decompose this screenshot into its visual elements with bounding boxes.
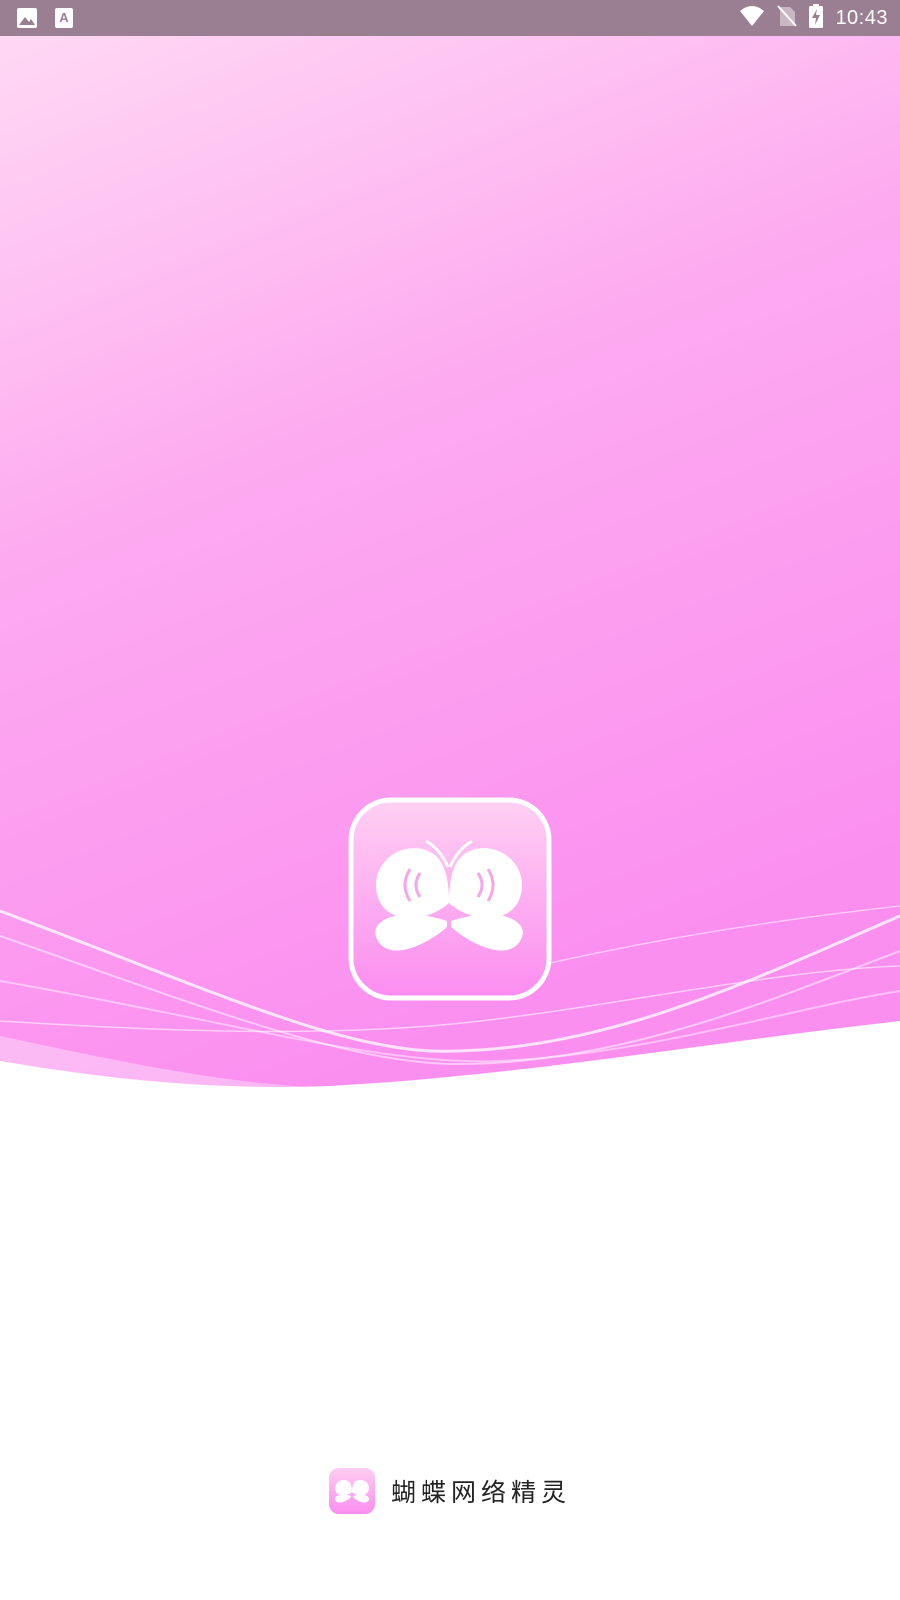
battery-charging-icon <box>809 4 824 32</box>
app-icon <box>348 797 552 1001</box>
image-notification-icon <box>16 7 38 33</box>
status-bar: A 10:43 <box>0 0 900 36</box>
brand-footer: 蝴蝶网络精灵 <box>0 1468 900 1514</box>
system-icons: 10:43 <box>739 0 888 36</box>
no-sim-icon <box>777 5 798 31</box>
app-name: 蝴蝶网络精灵 <box>390 1478 571 1507</box>
brand-logo-icon <box>328 1468 375 1514</box>
notification-icons: A <box>16 7 74 33</box>
svg-text:A: A <box>59 10 69 25</box>
wifi-icon <box>739 5 765 31</box>
status-time: 10:43 <box>835 6 888 29</box>
text-notification-icon: A <box>54 7 74 33</box>
